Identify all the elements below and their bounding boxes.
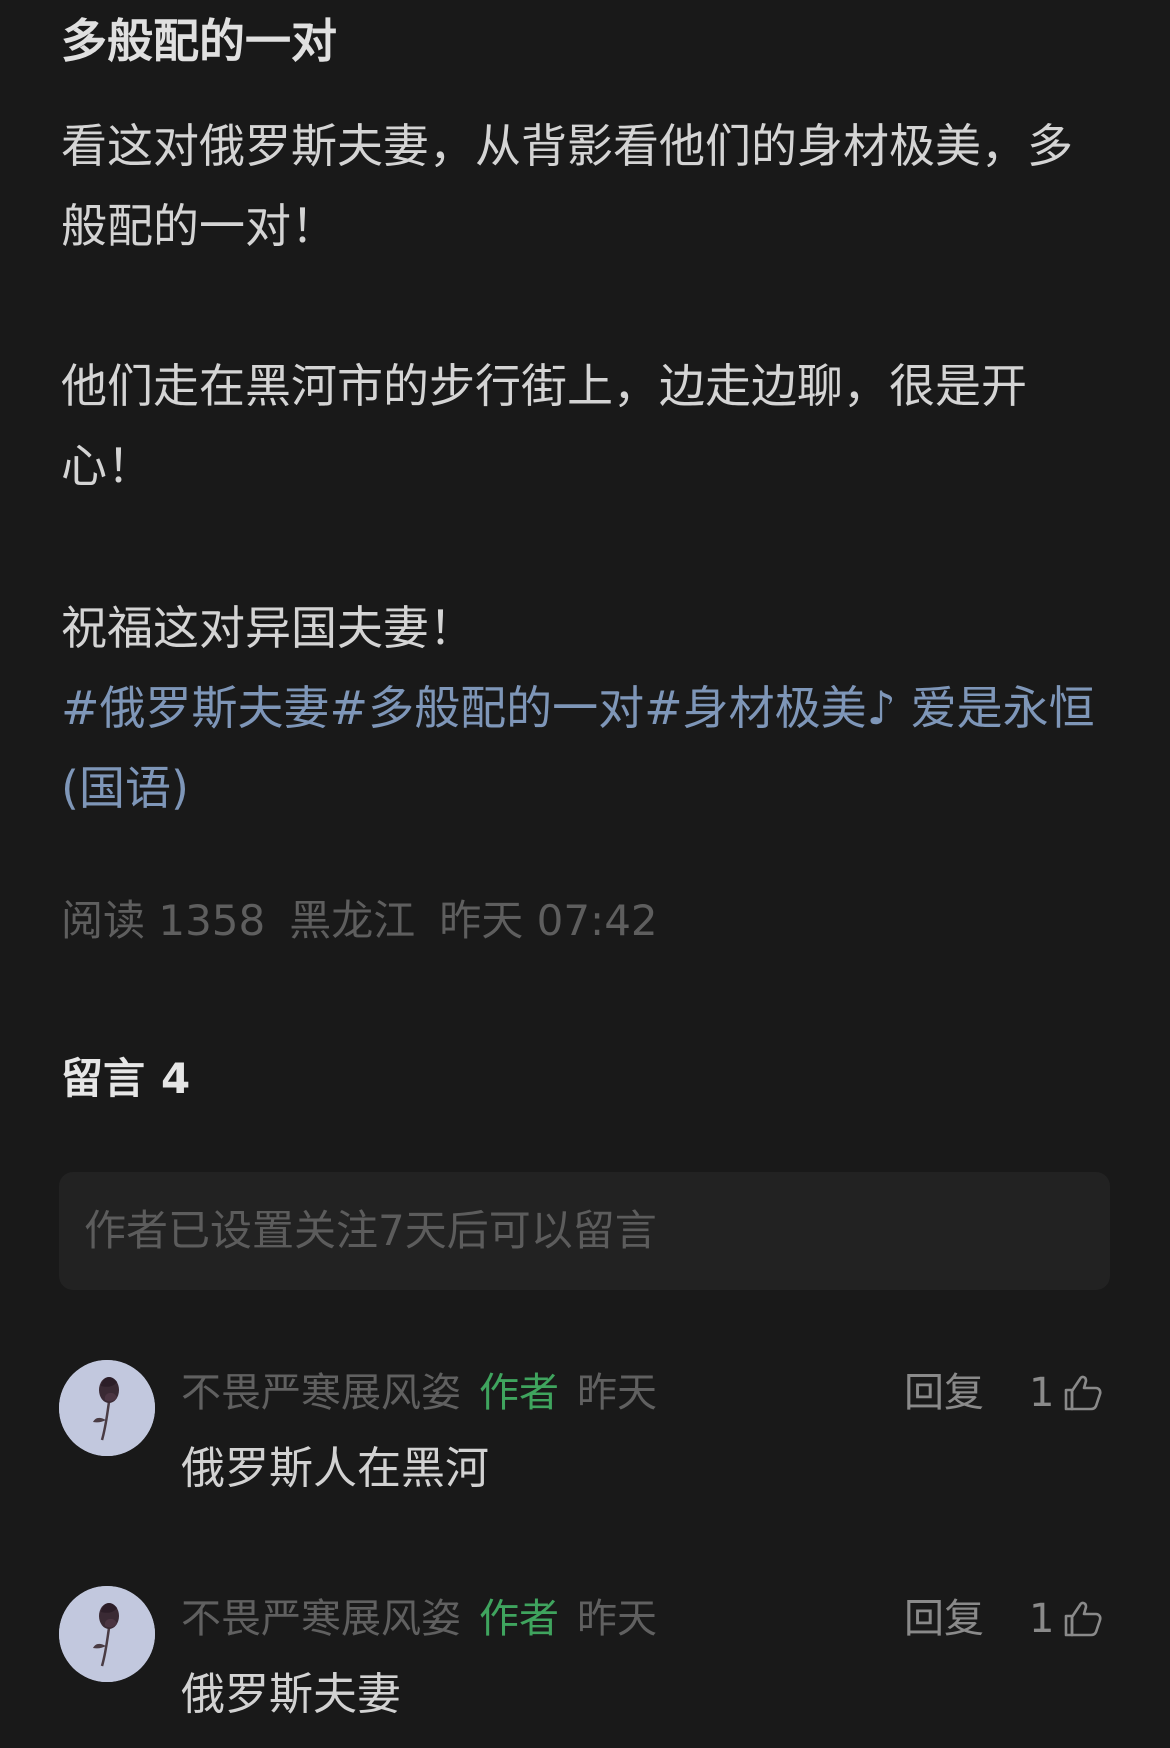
flower-avatar-icon: [59, 1360, 155, 1456]
comment-text: 俄罗斯夫妻: [181, 1669, 401, 1720]
comment-item: 不畏严寒展风姿 作者 昨天 回复 1 俄罗斯夫妻: [59, 1586, 1110, 1746]
comments-label: 留言: [61, 1054, 146, 1103]
thumbs-up-icon: [1065, 1601, 1102, 1637]
comment-author-name[interactable]: 不畏严寒展风姿: [181, 1596, 461, 1642]
comment-text: 俄罗斯人在黑河: [181, 1443, 489, 1494]
author-badge: 作者: [479, 1370, 559, 1416]
comment-item: 不畏严寒展风姿 作者 昨天 回复 1 俄罗斯人在黑河: [59, 1360, 1110, 1520]
reply-button[interactable]: 回复: [904, 1360, 984, 1426]
post-paragraph-2: 他们走在黑河市的步行街上，边走边聊，很是开心！: [61, 359, 1027, 493]
post-paragraph-1: 看这对俄罗斯夫妻，从背影看他们的身材极美，多般配的一对！: [61, 119, 1073, 253]
hashtag-link[interactable]: #身材极美: [644, 681, 867, 735]
like-count: 1: [1029, 1370, 1055, 1416]
like-button[interactable]: 1: [1029, 1360, 1104, 1426]
comment-author-name[interactable]: 不畏严寒展风姿: [181, 1370, 461, 1416]
post-time: 昨天 07:42: [439, 896, 658, 945]
hashtag-link[interactable]: #俄罗斯夫妻: [61, 681, 330, 735]
comment-input-disabled[interactable]: 作者已设置关注7天后可以留言: [59, 1172, 1110, 1290]
hashtag-link[interactable]: #多般配的一对: [330, 681, 645, 735]
post-location: 黑龙江: [289, 896, 416, 945]
comment-header: 不畏严寒展风姿 作者 昨天: [181, 1360, 657, 1426]
comment-time: 昨天: [577, 1596, 657, 1642]
author-badge: 作者: [479, 1596, 559, 1642]
like-count: 1: [1029, 1596, 1055, 1642]
avatar[interactable]: [59, 1586, 155, 1682]
avatar[interactable]: [59, 1360, 155, 1456]
thumbs-up-icon: [1065, 1375, 1102, 1411]
hashtag-list: #俄罗斯夫妻#多般配的一对#身材极美♪ 爱是永恒 (国语): [61, 668, 1111, 828]
reply-button[interactable]: 回复: [904, 1586, 984, 1652]
read-count: 阅读 1358: [61, 896, 266, 945]
comment-time: 昨天: [577, 1370, 657, 1416]
post-paragraph-3: 祝福这对异国夫妻！: [61, 601, 475, 655]
post-title: 多般配的一对: [61, 14, 337, 68]
post-page: 多般配的一对 看这对俄罗斯夫妻，从背影看他们的身材极美，多般配的一对！ 他们走在…: [0, 0, 1170, 1748]
like-button[interactable]: 1: [1029, 1586, 1104, 1652]
flower-avatar-icon: [59, 1586, 155, 1682]
comments-header: 留言 4: [61, 1048, 190, 1110]
comment-header: 不畏严寒展风姿 作者 昨天: [181, 1586, 657, 1652]
comments-count: 4: [161, 1054, 191, 1103]
post-meta: 阅读 1358 黑龙江 昨天 07:42: [61, 888, 682, 954]
